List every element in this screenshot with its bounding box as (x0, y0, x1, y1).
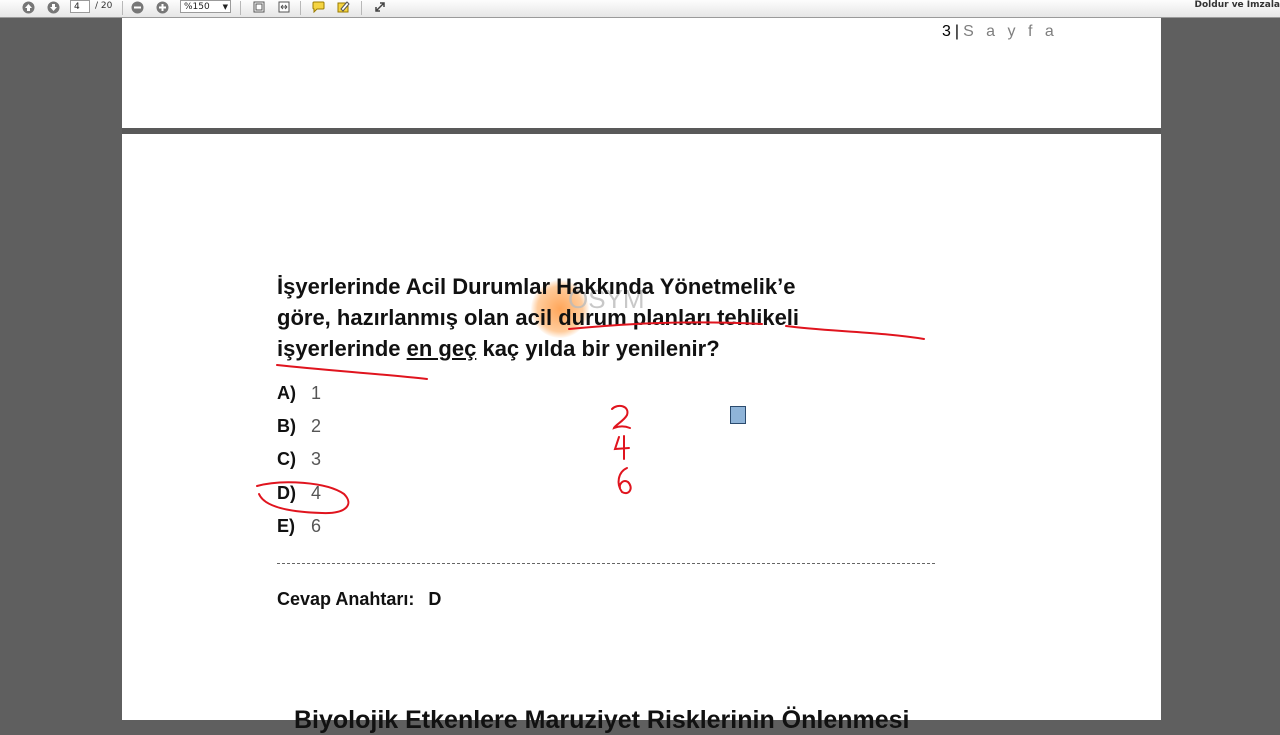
zoom-select[interactable]: %150 ▼ (180, 0, 231, 13)
option-label: D) (277, 483, 296, 503)
page-total: / 20 (95, 1, 113, 11)
question-line-3-start: işyerlerinde (277, 336, 407, 361)
next-page-icon[interactable] (46, 0, 61, 14)
option-value: 6 (311, 516, 322, 536)
previous-page-icon[interactable] (21, 0, 36, 14)
ink-digit-6 (617, 467, 632, 494)
option-value: 4 (311, 483, 322, 503)
question-line-3: işyerlerinde en geç kaç yılda bir yenile… (277, 333, 917, 364)
expand-icon[interactable] (372, 0, 387, 14)
option-d: D) 4 (277, 481, 321, 505)
previous-page: 3 | S a y f a (122, 18, 1161, 128)
option-value: 1 (311, 383, 322, 403)
option-label: C) (277, 449, 296, 469)
question-line-2: göre, hazırlanmış olan acil durum planla… (277, 305, 800, 330)
highlight-icon[interactable] (336, 0, 351, 14)
comment-icon[interactable] (311, 0, 326, 14)
option-c: C) 3 (277, 447, 321, 471)
toolbar-divider (240, 1, 241, 15)
divider-dashed (277, 563, 935, 564)
option-label: B) (277, 416, 296, 436)
fill-and-sign-link[interactable]: Doldur ve İmzala (1195, 0, 1280, 11)
current-page: ÖSYM İşyerlerinde Acil Durumlar Hakkında… (122, 134, 1161, 734)
zoom-in-icon[interactable] (155, 0, 170, 14)
question-line-1: İşyerlerinde Acil Durumlar Hakkında Yöne… (277, 274, 796, 299)
next-section-title: Biyolojik Etkenlere Maruziyet Risklerini… (294, 706, 910, 734)
question-line-3-end: kaç yılda bir yenilenir? (476, 336, 720, 361)
answer-key-value: D (428, 589, 442, 609)
ink-digit-2 (611, 404, 631, 430)
ink-digit-4 (613, 435, 630, 460)
option-value: 3 (311, 449, 322, 469)
fit-width-icon[interactable] (276, 0, 291, 14)
answer-key-label: Cevap Anahtarı: (277, 589, 415, 609)
option-label: A) (277, 383, 296, 403)
page-number: 3 (942, 23, 951, 40)
answer-key: Cevap Anahtarı: D (277, 587, 441, 611)
question-text: İşyerlerinde Acil Durumlar Hakkında Yöne… (277, 271, 917, 364)
option-a: A) 1 (277, 381, 321, 405)
underlined-phrase: en geç (406, 336, 477, 361)
option-label: E) (277, 516, 295, 536)
option-value: 2 (311, 416, 322, 436)
toolbar-divider (361, 1, 362, 15)
zoom-out-icon[interactable] (130, 0, 145, 14)
page-number-input[interactable]: 4 (70, 0, 90, 13)
zoom-value: %150 (184, 2, 210, 12)
chevron-down-icon: ▼ (222, 3, 228, 11)
page-separator: | (954, 23, 960, 40)
fit-page-icon[interactable] (251, 0, 266, 14)
page-footer: 3 | S a y f a (942, 23, 1058, 41)
option-b: B) 2 (277, 414, 321, 438)
page-word: S a y f a (963, 23, 1058, 40)
note-annotation-icon[interactable] (730, 406, 746, 424)
pdf-toolbar: 4 / 20 %150 ▼ Doldur ve İmzala (0, 0, 1280, 18)
toolbar-divider (300, 1, 301, 15)
toolbar-divider (122, 1, 123, 15)
option-e: E) 6 (277, 514, 321, 538)
ink-underline-isyerlerinde (276, 364, 428, 380)
